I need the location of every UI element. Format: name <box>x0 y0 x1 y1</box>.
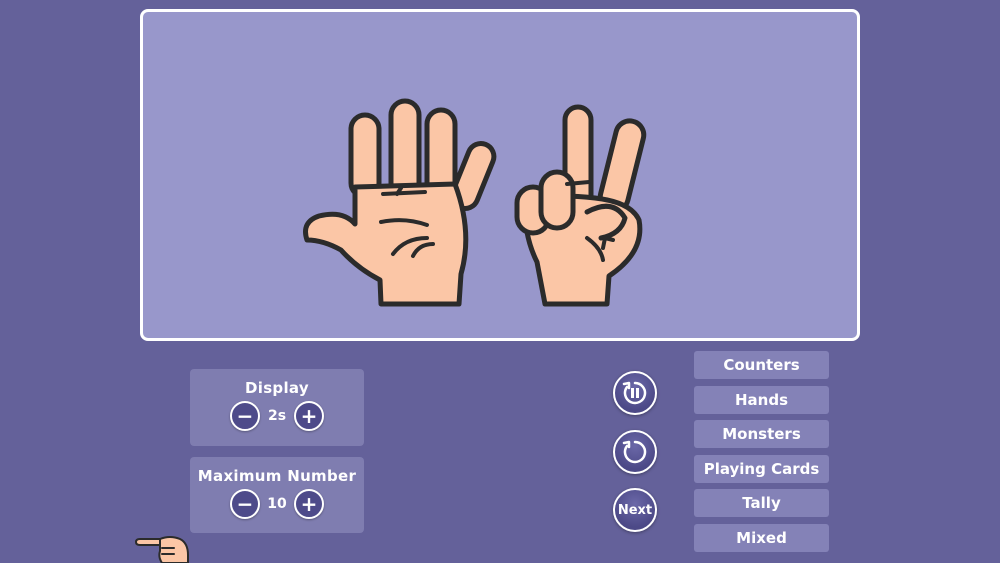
pointing-hand-cursor-icon <box>135 536 189 563</box>
right-hand-two-fingers-icon <box>514 104 647 307</box>
minus-icon: − <box>236 404 254 428</box>
left-hand-open-icon <box>303 98 497 307</box>
display-value: 2s <box>267 408 287 424</box>
next-button[interactable]: Next <box>613 488 657 532</box>
pause-button[interactable] <box>613 371 657 415</box>
maximum-number-panel: Maximum Number − 10 + <box>190 457 364 533</box>
mode-monsters-button[interactable]: Monsters <box>694 420 829 448</box>
maximum-number-value: 10 <box>267 496 287 512</box>
display-title: Display <box>245 379 309 397</box>
display-area <box>140 9 860 341</box>
plus-icon: + <box>300 492 318 516</box>
mode-mixed-button[interactable]: Mixed <box>694 524 829 552</box>
restart-button[interactable] <box>613 430 657 474</box>
plus-icon: + <box>300 404 318 428</box>
minus-icon: − <box>236 492 254 516</box>
display-decrease-button[interactable]: − <box>230 401 260 431</box>
mode-hands-button[interactable]: Hands <box>694 386 829 414</box>
restart-icon <box>622 440 647 464</box>
maximum-number-increase-button[interactable]: + <box>294 489 324 519</box>
maximum-number-title: Maximum Number <box>197 467 357 485</box>
hands-illustration <box>303 98 647 307</box>
pause-circle-arrow-icon <box>622 381 647 405</box>
display-increase-button[interactable]: + <box>294 401 324 431</box>
display-stepper: − 2s + <box>190 401 364 431</box>
maximum-number-stepper: − 10 + <box>190 489 364 519</box>
next-button-label: Next <box>617 502 653 518</box>
mode-counters-button[interactable]: Counters <box>694 351 829 379</box>
mode-playing-cards-button[interactable]: Playing Cards <box>694 455 829 483</box>
display-duration-panel: Display − 2s + <box>190 369 364 446</box>
mode-tally-button[interactable]: Tally <box>694 489 829 517</box>
maximum-number-decrease-button[interactable]: − <box>230 489 260 519</box>
